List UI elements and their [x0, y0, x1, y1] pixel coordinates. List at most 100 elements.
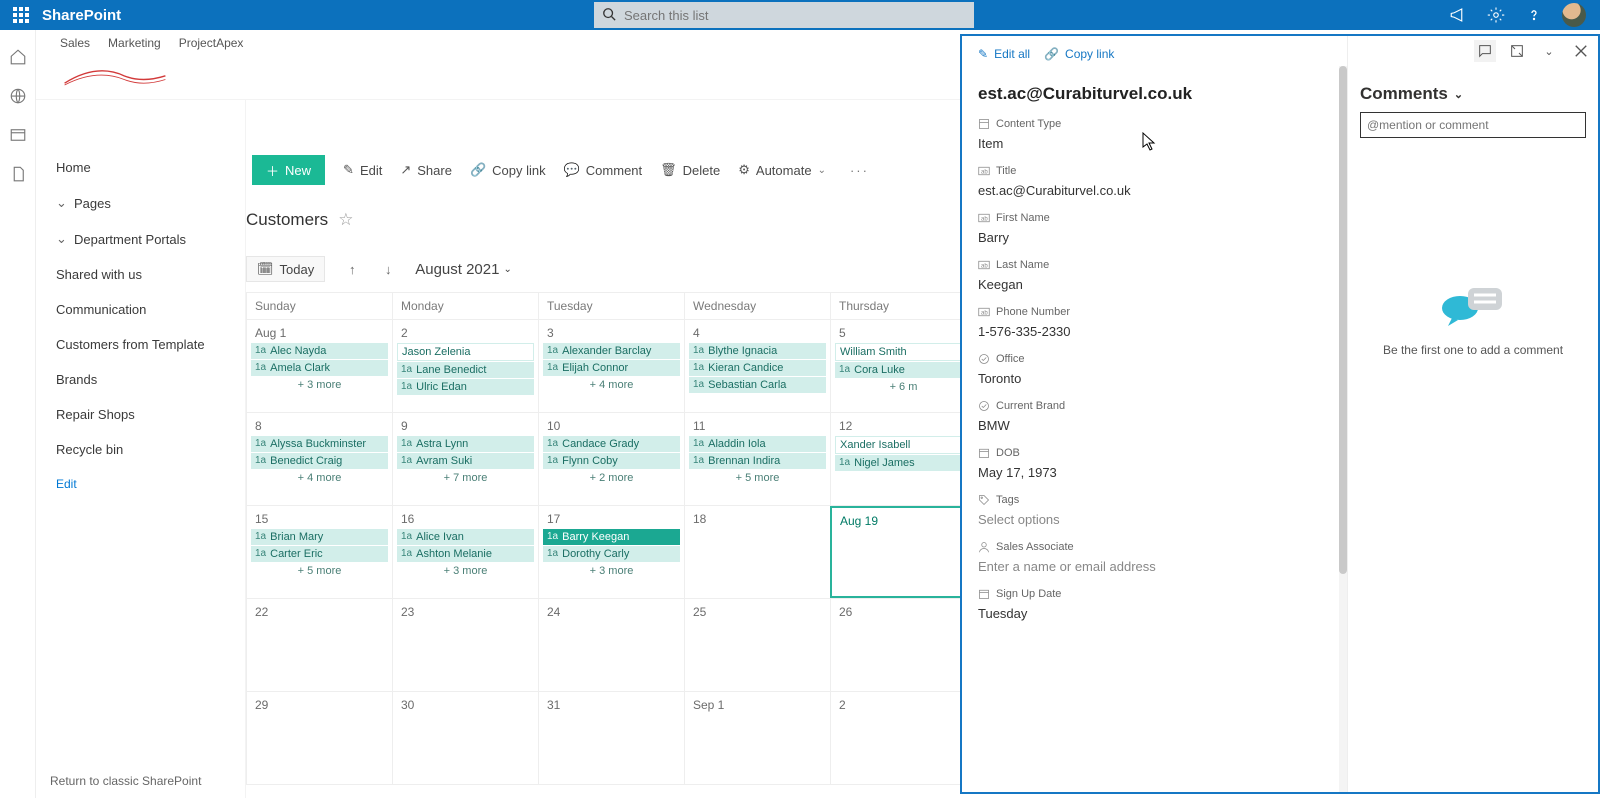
field-value[interactable]: Select options	[978, 512, 1323, 527]
field-value[interactable]: Tuesday	[978, 606, 1323, 621]
calendar-cell[interactable]: Aug 11aAlec Nayda1aAmela Clark+ 3 more	[246, 320, 392, 412]
favorite-star-icon[interactable]: ☆	[338, 210, 353, 230]
more-events-link[interactable]: + 3 more	[397, 563, 534, 579]
calendar-cell[interactable]: 151aBrian Mary1aCarter Eric+ 5 more	[246, 506, 392, 598]
nav-repair-shops[interactable]: Repair Shops	[36, 397, 245, 432]
search-input[interactable]	[594, 2, 974, 28]
calendar-cell[interactable]: 29	[246, 692, 392, 784]
calendar-event[interactable]: 1aBlythe Ignacia	[689, 343, 826, 359]
prev-arrow-icon[interactable]: ↑	[343, 262, 361, 277]
form-field[interactable]: OfficeToronto	[978, 353, 1323, 386]
field-value[interactable]: Enter a name or email address	[978, 559, 1323, 574]
calendar-event[interactable]: 1aCarter Eric	[251, 546, 388, 562]
calendar-event[interactable]: 1aNigel James	[835, 455, 972, 471]
field-value[interactable]: May 17, 1973	[978, 465, 1323, 480]
panel-scrollbar[interactable]	[1339, 66, 1347, 792]
calendar-cell[interactable]: 2	[830, 692, 976, 784]
form-field[interactable]: Content TypeItem	[978, 118, 1323, 151]
more-events-link[interactable]: + 4 more	[251, 470, 388, 486]
more-events-link[interactable]: + 3 more	[543, 563, 680, 579]
calendar-event[interactable]: 1aBrennan Indira	[689, 453, 826, 469]
next-arrow-icon[interactable]: ↓	[379, 262, 397, 277]
more-events-link[interactable]: + 4 more	[543, 377, 680, 393]
field-value[interactable]: 1-576-335-2330	[978, 324, 1323, 339]
expand-icon[interactable]	[1506, 40, 1528, 62]
tab-sales[interactable]: Sales	[60, 36, 90, 50]
calendar-cell[interactable]: 111aAladdin Iola1aBrennan Indira+ 5 more	[684, 413, 830, 505]
site-logo[interactable]	[60, 54, 170, 94]
form-field[interactable]: DOBMay 17, 1973	[978, 447, 1323, 480]
help-icon[interactable]	[1524, 5, 1544, 25]
copy-link-button[interactable]: 🔗Copy link	[470, 162, 546, 178]
more-events-link[interactable]: + 5 more	[689, 470, 826, 486]
calendar-event[interactable]: 1aAlexander Barclay	[543, 343, 680, 359]
calendar-event[interactable]: 1aFlynn Coby	[543, 453, 680, 469]
calendar-cell[interactable]: 24	[538, 599, 684, 691]
calendar-cell[interactable]: 25	[684, 599, 830, 691]
calendar-event[interactable]: 1aElijah Connor	[543, 360, 680, 376]
nav-shared[interactable]: Shared with us	[36, 257, 245, 292]
calendar-event[interactable]: 1aCora Luke	[835, 362, 972, 378]
app-launcher-button[interactable]	[6, 0, 36, 30]
form-field[interactable]: abTitleest.ac@Curabiturvel.co.uk	[978, 165, 1323, 198]
tab-projectapex[interactable]: ProjectApex	[179, 36, 244, 50]
comments-tab-icon[interactable]	[1474, 40, 1496, 62]
comment-input[interactable]	[1360, 112, 1586, 138]
calendar-cell[interactable]: 31	[538, 692, 684, 784]
calendar-cell[interactable]: 26	[830, 599, 976, 691]
nav-customers-template[interactable]: Customers from Template	[36, 327, 245, 362]
field-value[interactable]: Item	[978, 136, 1323, 151]
nav-pages[interactable]: ⌄Pages	[36, 185, 245, 221]
nav-communication[interactable]: Communication	[36, 292, 245, 327]
calendar-cell[interactable]: 30	[392, 692, 538, 784]
calendar-event[interactable]: 1aAlyssa Buckminster	[251, 436, 388, 452]
calendar-cell[interactable]: 18	[684, 506, 830, 598]
close-icon[interactable]	[1570, 40, 1592, 62]
form-field[interactable]: abFirst NameBarry	[978, 212, 1323, 245]
more-events-link[interactable]: + 7 more	[397, 470, 534, 486]
comments-heading[interactable]: Comments⌄	[1360, 84, 1586, 104]
calendar-event[interactable]: William Smith	[835, 343, 972, 361]
calendar-cell[interactable]: 31aAlexander Barclay1aElijah Connor+ 4 m…	[538, 320, 684, 412]
chevron-down-icon[interactable]: ⌄	[1538, 40, 1560, 62]
megaphone-icon[interactable]	[1448, 5, 1468, 25]
calendar-event[interactable]: 1aSebastian Carla	[689, 377, 826, 393]
calendar-cell[interactable]: 81aAlyssa Buckminster1aBenedict Craig+ 4…	[246, 413, 392, 505]
form-field[interactable]: abPhone Number1-576-335-2330	[978, 306, 1323, 339]
more-events-link[interactable]: + 2 more	[543, 470, 680, 486]
field-value[interactable]: Keegan	[978, 277, 1323, 292]
new-button[interactable]: ＋New	[252, 155, 325, 185]
form-field[interactable]: Sales AssociateEnter a name or email add…	[978, 541, 1323, 574]
more-events-link[interactable]: + 6 m	[835, 379, 972, 395]
more-events-link[interactable]: + 5 more	[251, 563, 388, 579]
calendar-cell[interactable]: 171aBarry Keegan1aDorothy Carly+ 3 more	[538, 506, 684, 598]
calendar-event[interactable]: 1aBarry Keegan	[543, 529, 680, 545]
calendar-cell[interactable]: 12Xander Isabell1aNigel James	[830, 413, 976, 505]
nav-recycle-bin[interactable]: Recycle bin	[36, 432, 245, 467]
calendar-cell[interactable]: 101aCandace Grady1aFlynn Coby+ 2 more	[538, 413, 684, 505]
field-value[interactable]: Toronto	[978, 371, 1323, 386]
field-value[interactable]: Barry	[978, 230, 1323, 245]
calendar-event[interactable]: 1aBenedict Craig	[251, 453, 388, 469]
calendar-cell[interactable]: 22	[246, 599, 392, 691]
calendar-event[interactable]: Jason Zelenia	[397, 343, 534, 361]
calendar-event[interactable]: 1aAladdin Iola	[689, 436, 826, 452]
tab-marketing[interactable]: Marketing	[108, 36, 161, 50]
calendar-cell[interactable]: 91aAstra Lynn1aAvram Suki+ 7 more	[392, 413, 538, 505]
calendar-event[interactable]: 1aUlric Edan	[397, 379, 534, 395]
month-picker[interactable]: August 2021⌄	[415, 261, 512, 278]
share-button[interactable]: ↗Share	[400, 162, 452, 178]
more-events-link[interactable]: + 3 more	[251, 377, 388, 393]
form-field[interactable]: TagsSelect options	[978, 494, 1323, 527]
calendar-event[interactable]: 1aBrian Mary	[251, 529, 388, 545]
calendar-event[interactable]: Xander Isabell	[835, 436, 972, 454]
edit-all-button[interactable]: ✎Edit all	[978, 47, 1030, 61]
automate-button[interactable]: ⚙Automate⌄	[738, 162, 826, 178]
calendar-event[interactable]: 1aAlec Nayda	[251, 343, 388, 359]
field-value[interactable]: BMW	[978, 418, 1323, 433]
calendar-event[interactable]: 1aAshton Melanie	[397, 546, 534, 562]
more-button[interactable]: ···	[844, 163, 875, 178]
panel-copy-link-button[interactable]: 🔗Copy link	[1044, 47, 1114, 61]
globe-icon[interactable]	[9, 87, 27, 108]
sharepoint-brand[interactable]: SharePoint	[42, 7, 121, 24]
